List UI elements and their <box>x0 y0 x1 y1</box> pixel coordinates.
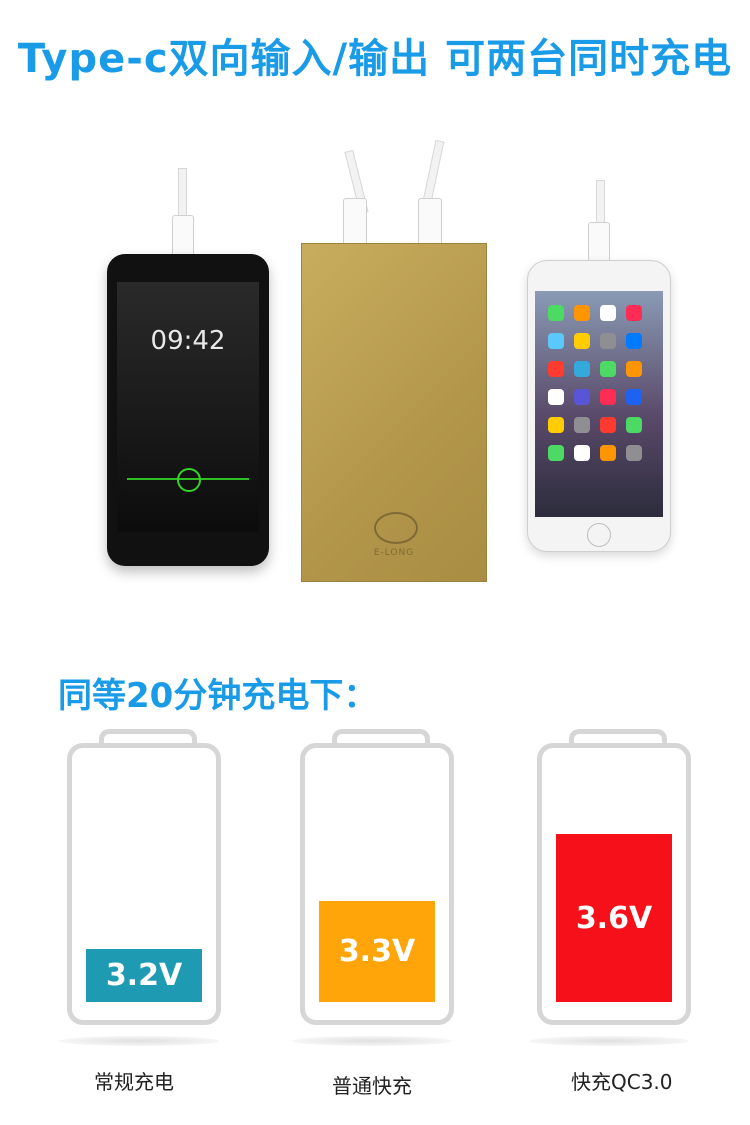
app-icon <box>600 333 616 349</box>
battery-regular: 3.2V <box>67 743 221 1025</box>
battery-shadow <box>529 1036 689 1046</box>
app-icon <box>574 389 590 405</box>
app-icon <box>574 305 590 321</box>
app-icon <box>626 361 642 377</box>
android-plug <box>172 215 194 257</box>
app-icon <box>600 361 616 377</box>
unlock-ring <box>177 468 201 492</box>
app-icon <box>574 333 590 349</box>
app-icon <box>548 445 564 461</box>
app-icon <box>548 305 564 321</box>
brand-logo-icon <box>374 512 418 544</box>
android-screen: 09:42 <box>117 282 259 532</box>
voltage-label: 3.2V <box>105 958 183 993</box>
app-icon <box>626 445 642 461</box>
battery-caption: 常规充电 <box>94 1070 174 1094</box>
app-icon <box>600 445 616 461</box>
home-button <box>587 523 611 547</box>
app-icon <box>600 389 616 405</box>
app-icon <box>600 305 616 321</box>
android-phone: 09:42 <box>107 254 269 566</box>
app-icon <box>548 389 564 405</box>
app-icon <box>600 417 616 433</box>
battery-fill: 3.2V <box>86 949 202 1002</box>
battery-fill: 3.3V <box>319 901 435 1002</box>
headline: Type-c双向输入/输出 可两台同时充电 <box>17 36 733 82</box>
app-icon <box>626 333 642 349</box>
battery-normal-fast: 3.3V <box>300 743 454 1025</box>
bank-plug-right <box>418 198 442 246</box>
app-icon <box>574 445 590 461</box>
battery-shadow <box>59 1036 219 1046</box>
voltage-label: 3.6V <box>575 900 653 936</box>
battery-caption: 普通快充 <box>332 1074 412 1098</box>
brand-text: E-LONG <box>373 548 415 558</box>
battery-caption: 快充QC3.0 <box>571 1070 673 1094</box>
app-icon <box>574 361 590 377</box>
battery-qc3: 3.6V <box>537 743 691 1025</box>
iphone <box>527 260 671 552</box>
iphone-plug <box>588 222 610 262</box>
android-clock: 09:42 <box>150 326 226 356</box>
app-icon <box>548 417 564 433</box>
app-icon <box>548 333 564 349</box>
product-photo: 09:42 E-LONG <box>0 110 750 610</box>
power-bank: E-LONG <box>301 243 487 582</box>
battery-shadow <box>292 1036 452 1046</box>
app-icon <box>626 305 642 321</box>
voltage-label: 3.3V <box>338 934 416 969</box>
comparison-heading: 同等20分钟充电下： <box>58 676 378 716</box>
iphone-screen <box>535 291 663 517</box>
app-grid <box>543 301 655 469</box>
app-icon <box>626 417 642 433</box>
bank-plug-left <box>343 198 367 246</box>
app-icon <box>574 417 590 433</box>
app-icon <box>548 361 564 377</box>
battery-fill: 3.6V <box>556 834 672 1002</box>
app-icon <box>626 389 642 405</box>
